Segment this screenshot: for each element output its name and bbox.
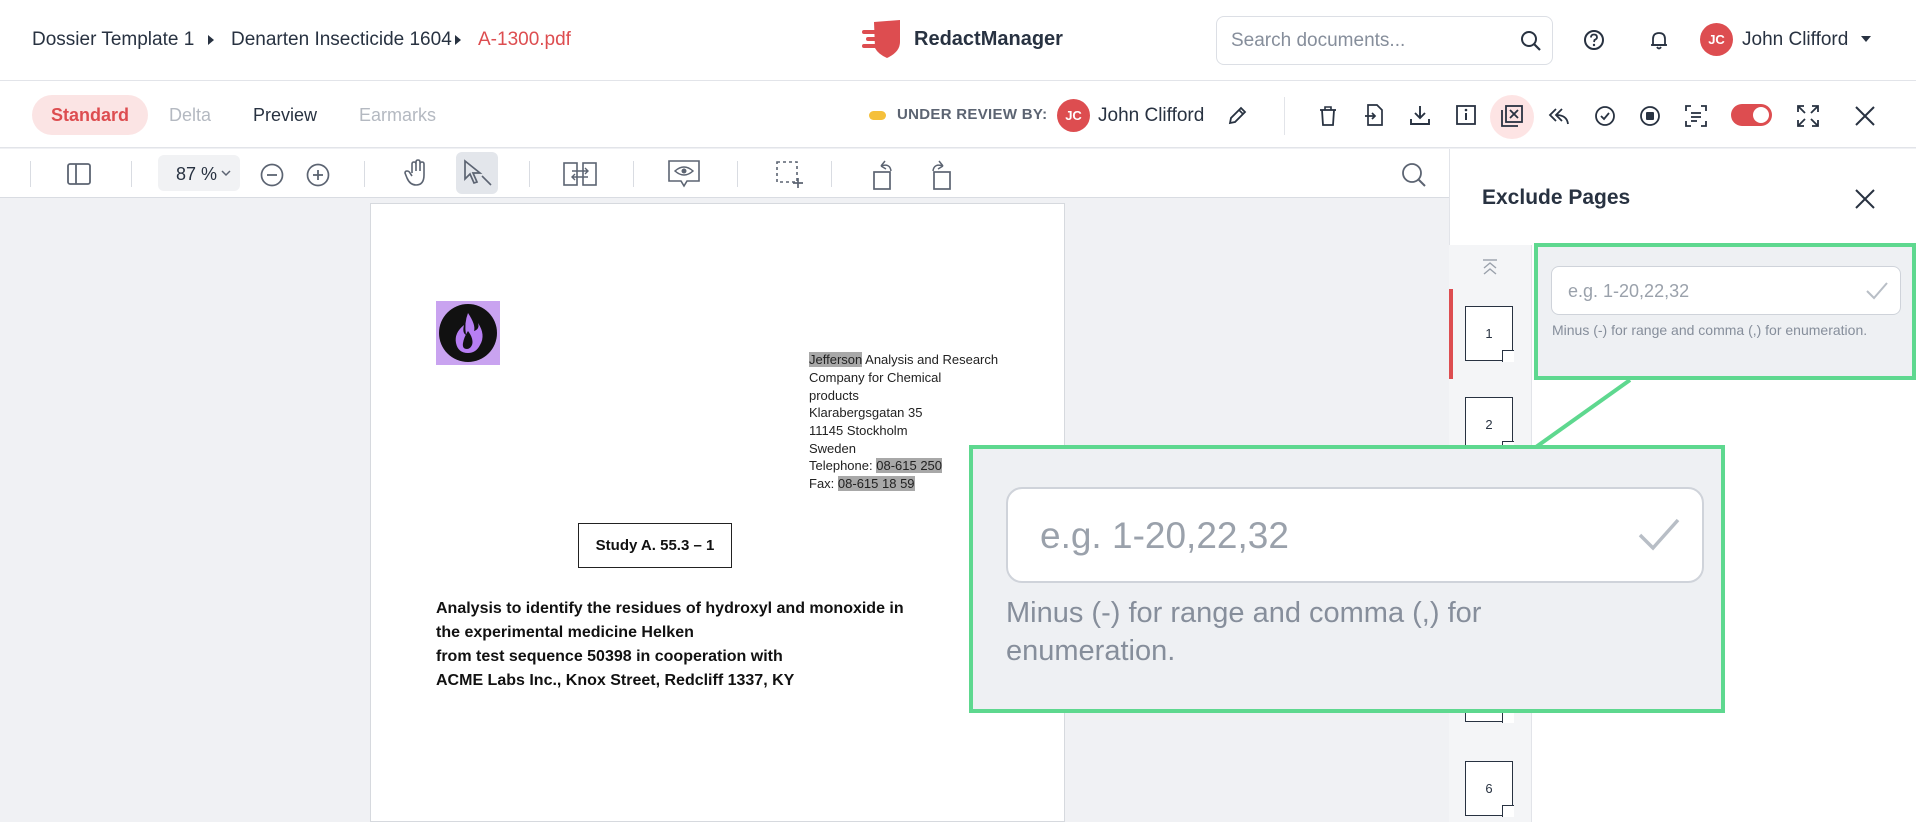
pdf-viewer-toolbar: 87 % [0,149,1449,198]
help-icon[interactable] [1583,29,1605,51]
reviewer-avatar: JC [1057,99,1090,132]
active-page-marker [1449,289,1453,379]
zoom-chevron-down-icon[interactable] [221,170,231,177]
status-label: UNDER REVIEW BY: [897,106,1048,123]
address-fax: Fax: 08-615 18 59 [809,476,915,491]
search-box[interactable] [1216,16,1553,65]
notifications-bell-icon[interactable] [1648,29,1670,51]
pdf-page [370,203,1065,822]
toolbar-divider [831,161,832,187]
toolbar-divider [30,161,31,187]
view-toolbar: Standard Delta Preview Earmarks UNDER RE… [0,81,1916,148]
select-cursor-icon[interactable] [462,158,494,188]
analysis-line-4: ACME Labs Inc., Knox Street, Redcliff 13… [436,672,795,689]
zoom-in-icon[interactable] [306,163,330,187]
rotate-right-icon[interactable] [929,157,953,191]
breadcrumb-file: A-1300.pdf [478,29,571,50]
address-line-5: 11145 Stockholm [809,423,908,438]
zoom-value[interactable]: 87 % [176,164,217,185]
panel-title: Exclude Pages [1482,186,1631,209]
breadcrumb-separator-icon [208,35,214,45]
status-indicator [869,111,886,120]
scroll-to-top-icon[interactable] [1481,259,1499,275]
scan-text-icon[interactable] [1685,105,1707,127]
toggle-sidebar-icon[interactable] [67,163,91,185]
compare-pages-icon[interactable] [563,162,597,186]
study-title-box: Study A. 55.3 – 1 [578,523,732,568]
fullscreen-icon[interactable] [1797,105,1819,127]
exclude-pages-icon[interactable] [1501,105,1523,127]
toolbar-divider [131,161,132,187]
undo-reply-icon[interactable] [1548,107,1570,125]
import-file-icon[interactable] [1364,104,1384,126]
address-line-2: Company for Chemical [809,370,942,385]
tab-preview[interactable]: Preview [234,95,336,135]
address-telephone: Telephone: 08-615 250 [809,458,943,473]
address-line-3: products [809,388,859,403]
analysis-line-2: the experimental medicine Helken [436,624,694,641]
redaction-highlight[interactable]: 08-615 18 59 [837,476,915,491]
edit-reviewer-pencil-icon[interactable] [1227,106,1247,126]
user-name[interactable]: John Clifford [1742,29,1848,51]
breadcrumb-separator-icon [455,35,461,45]
zoomed-page-range-field [1006,487,1704,583]
zoomed-callout-panel: Minus (-) for range and comma (,) for en… [969,445,1725,713]
approve-check-icon[interactable] [1594,105,1616,127]
analysis-line-1: Analysis to identify the residues of hyd… [436,600,904,617]
tab-standard[interactable]: Standard [32,95,149,135]
analysis-line-3: from test sequence 50398 in cooperation … [436,648,783,665]
app-logo-icon [860,18,904,60]
page-thumbnail[interactable]: 6 [1465,761,1514,817]
search-input[interactable] [1231,29,1501,53]
document-search-icon[interactable] [1401,162,1427,188]
area-select-icon[interactable] [776,161,804,189]
top-bar: Dossier Template 1 Denarten Insecticide … [0,0,1916,81]
delete-trash-icon[interactable] [1318,105,1338,127]
tab-earmarks: Earmarks [359,105,437,125]
toolbar-divider [364,161,365,187]
zoomed-page-range-input [1040,515,1600,557]
user-avatar[interactable]: JC [1700,23,1733,56]
reviewer-name: John Clifford [1098,105,1205,126]
user-menu-chevron-down-icon[interactable] [1861,36,1871,43]
document-info-icon[interactable] [1455,104,1477,126]
company-logo-flame-icon [436,301,500,365]
app-name: RedactManager [914,28,1063,50]
zoomed-page-range-hint: Minus (-) for range and comma (,) for en… [1006,597,1482,667]
toolbar-divider [737,161,738,187]
zoomed-confirm-check-icon [1638,517,1680,553]
address-line-6: Sweden [809,441,856,456]
download-icon[interactable] [1409,104,1431,126]
address-line-1: Jefferson Analysis and Research [809,352,999,367]
search-icon[interactable] [1520,30,1542,52]
redaction-highlight[interactable]: Jefferson [809,352,863,367]
close-panel-icon[interactable] [1855,189,1875,209]
redaction-highlight[interactable]: 08-615 250 [876,458,943,473]
toolbar-divider [529,161,530,187]
stop-record-icon[interactable] [1639,105,1661,127]
toolbar-divider [1284,97,1285,135]
zoom-out-icon[interactable] [260,163,284,187]
page-thumbnail[interactable]: 2 [1465,397,1514,453]
redaction-toggle[interactable] [1731,104,1772,126]
tab-delta: Delta [169,105,212,125]
breadcrumb-dossier-template[interactable]: Dossier Template 1 [32,29,194,51]
page-thumbnail[interactable]: 1 [1465,306,1514,362]
toolbar-divider [633,161,634,187]
highlight-outline [1534,243,1916,380]
address-line-4: Klarabergsgatan 35 [809,405,923,420]
pan-hand-icon[interactable] [404,159,430,187]
close-document-icon[interactable] [1855,106,1875,126]
breadcrumb-dossier[interactable]: Denarten Insecticide 1604 [231,29,452,51]
annotation-visibility-eye-icon[interactable] [668,160,700,188]
rotate-left-icon[interactable] [871,157,895,191]
